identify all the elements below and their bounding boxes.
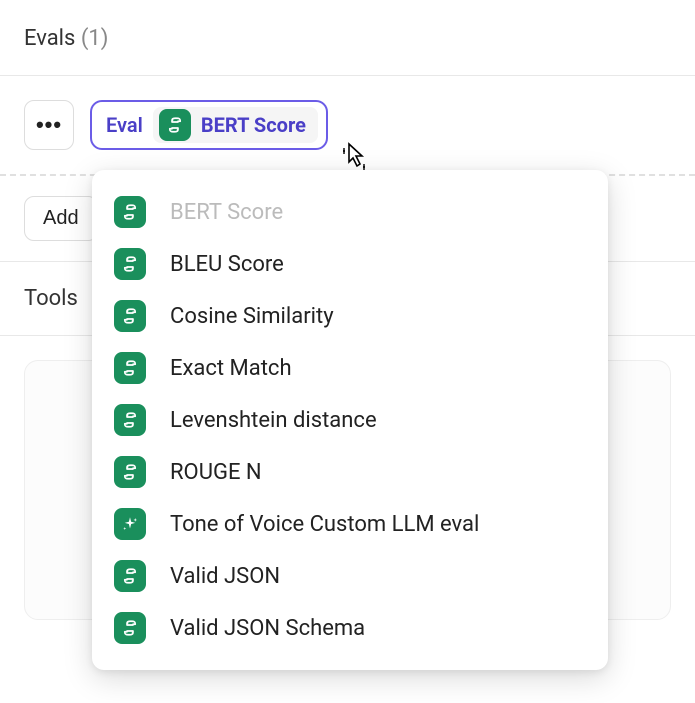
python-icon xyxy=(114,404,146,436)
evals-count: (1) xyxy=(81,26,109,51)
dropdown-item[interactable]: BLEU Score xyxy=(92,238,608,290)
dropdown-item[interactable]: Levenshtein distance xyxy=(92,394,608,446)
dropdown-item[interactable]: Exact Match xyxy=(92,342,608,394)
eval-chip[interactable]: Eval BERT Score xyxy=(90,100,328,150)
evals-header: Evals (1) xyxy=(0,0,695,76)
toolbar: ••• Eval BERT Score xyxy=(0,76,695,150)
eval-chip-label: BERT Score xyxy=(201,113,306,137)
python-icon xyxy=(114,196,146,228)
eval-chip-prefix: Eval xyxy=(106,113,143,137)
python-icon xyxy=(159,109,191,141)
dropdown-item[interactable]: Cosine Similarity xyxy=(92,290,608,342)
sparkle-icon xyxy=(114,508,146,540)
dropdown-item-label: Cosine Similarity xyxy=(170,304,334,329)
python-icon xyxy=(114,248,146,280)
python-icon xyxy=(114,560,146,592)
eval-dropdown: BERT Score BLEU Score Cosine Similarity Exa… xyxy=(92,170,608,670)
add-button[interactable]: Add xyxy=(24,196,98,241)
dropdown-item-label: Exact Match xyxy=(170,356,292,381)
dropdown-item[interactable]: ROUGE N xyxy=(92,446,608,498)
dropdown-item-label: BLEU Score xyxy=(170,252,284,277)
evals-title: Evals xyxy=(24,26,75,51)
more-button[interactable]: ••• xyxy=(24,100,74,150)
python-icon xyxy=(114,300,146,332)
dropdown-item[interactable]: Valid JSON xyxy=(92,550,608,602)
dropdown-item-label: Levenshtein distance xyxy=(170,408,377,433)
python-icon xyxy=(114,352,146,384)
dropdown-item-label: Valid JSON Schema xyxy=(170,616,365,641)
dropdown-item-label: ROUGE N xyxy=(170,460,262,485)
dropdown-item-label: Tone of Voice Custom LLM eval xyxy=(170,512,479,537)
dropdown-item[interactable]: Tone of Voice Custom LLM eval xyxy=(92,498,608,550)
python-icon xyxy=(114,456,146,488)
python-icon xyxy=(114,612,146,644)
dropdown-item[interactable]: Valid JSON Schema xyxy=(92,602,608,654)
eval-chip-value: BERT Score xyxy=(153,107,318,143)
dropdown-item-label: BERT Score xyxy=(170,200,283,225)
dropdown-item[interactable]: BERT Score xyxy=(92,186,608,238)
dropdown-item-label: Valid JSON xyxy=(170,564,280,589)
more-icon: ••• xyxy=(36,114,62,136)
